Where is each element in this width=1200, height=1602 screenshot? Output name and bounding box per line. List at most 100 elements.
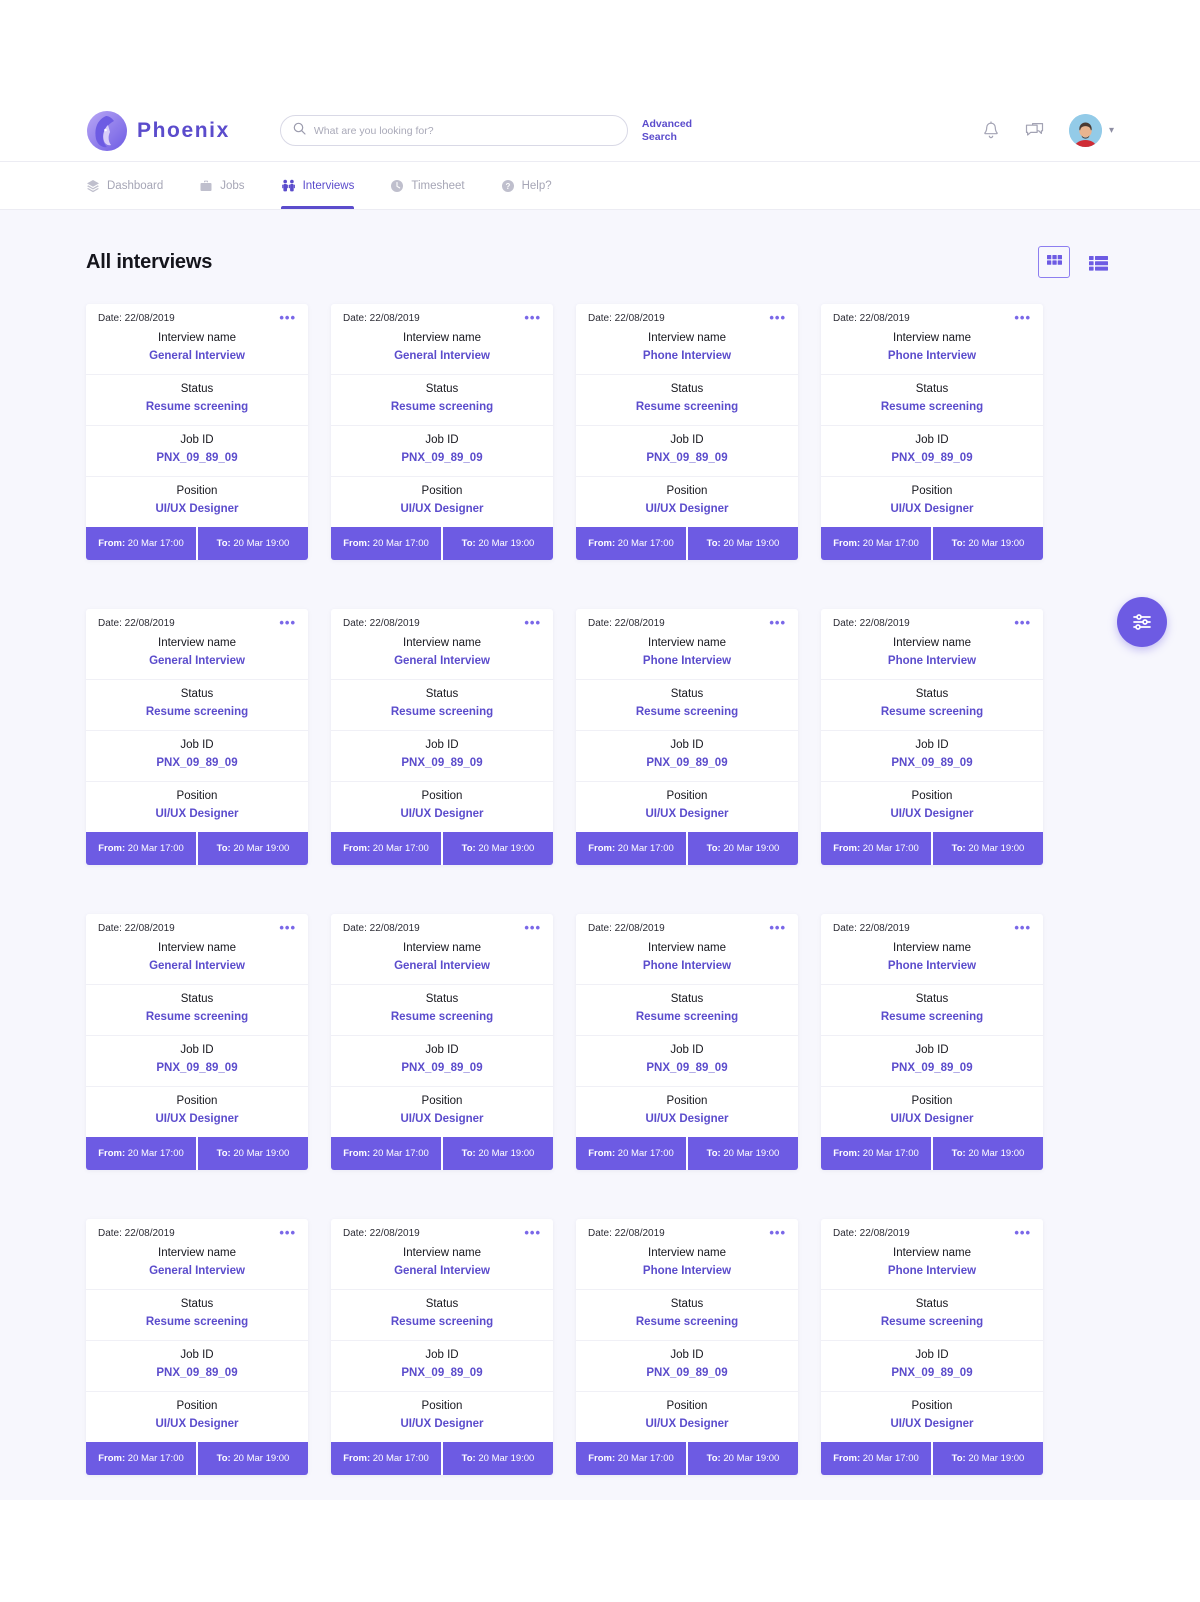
interview-card[interactable]: Date: 22/08/2019 ••• Interview name General… bbox=[331, 304, 553, 560]
to-label: To: bbox=[951, 1148, 966, 1159]
field-value: Phone Interview bbox=[887, 960, 977, 972]
field-value: General Interview bbox=[394, 655, 490, 667]
field-value: PNX_09_89_09 bbox=[156, 1367, 238, 1379]
search-input[interactable] bbox=[313, 124, 615, 137]
field-label: Position bbox=[176, 1095, 218, 1107]
interview-card[interactable]: Date: 22/08/2019 ••• Interview name General… bbox=[331, 1219, 553, 1475]
interview-card[interactable]: Date: 22/08/2019 ••• Interview name Phone I… bbox=[821, 304, 1043, 560]
card-from-time: From: 20 Mar 17:00 bbox=[576, 527, 688, 560]
field-label: Position bbox=[666, 1095, 708, 1107]
card-field-job-id: Job ID PNX_09_89_09 bbox=[576, 731, 798, 782]
nav-item-jobs[interactable]: Jobs bbox=[199, 162, 245, 209]
bell-icon[interactable] bbox=[982, 121, 1000, 140]
card-field-status: Status Resume screening bbox=[821, 375, 1043, 426]
card-from-time: From: 20 Mar 17:00 bbox=[576, 1137, 688, 1170]
card-from-time: From: 20 Mar 17:00 bbox=[86, 1442, 198, 1475]
interview-card[interactable]: Date: 22/08/2019 ••• Interview name Phone I… bbox=[576, 914, 798, 1170]
filter-sliders-icon[interactable] bbox=[1117, 597, 1167, 647]
card-from-time: From: 20 Mar 17:00 bbox=[576, 832, 688, 865]
card-menu-icon[interactable]: ••• bbox=[524, 1226, 541, 1239]
field-value: Resume screening bbox=[635, 706, 739, 718]
nav-item-help[interactable]: ? Help? bbox=[501, 162, 552, 209]
from-value: 20 Mar 17:00 bbox=[617, 1453, 674, 1464]
to-label: To: bbox=[951, 1453, 966, 1464]
list-view-icon[interactable] bbox=[1082, 246, 1114, 278]
field-label: Interview name bbox=[158, 332, 236, 344]
field-label: Job ID bbox=[425, 739, 459, 751]
brand-name: Phoenix bbox=[137, 118, 230, 142]
card-menu-icon[interactable]: ••• bbox=[524, 311, 541, 324]
field-label: Job ID bbox=[915, 434, 949, 446]
card-menu-icon[interactable]: ••• bbox=[1014, 921, 1031, 934]
interview-card[interactable]: Date: 22/08/2019 ••• Interview name General… bbox=[86, 1219, 308, 1475]
interview-card[interactable]: Date: 22/08/2019 ••• Interview name General… bbox=[331, 914, 553, 1170]
card-menu-icon[interactable]: ••• bbox=[1014, 1226, 1031, 1239]
from-value: 20 Mar 17:00 bbox=[127, 538, 184, 549]
card-menu-icon[interactable]: ••• bbox=[769, 616, 786, 629]
field-label: Job ID bbox=[915, 739, 949, 751]
to-label: To: bbox=[216, 538, 231, 549]
chat-bubble-icon[interactable] bbox=[1025, 122, 1044, 140]
card-date: Date: 22/08/2019 bbox=[833, 923, 910, 934]
card-menu-icon[interactable]: ••• bbox=[769, 311, 786, 324]
interview-card[interactable]: Date: 22/08/2019 ••• Interview name Phone I… bbox=[576, 1219, 798, 1475]
search-box[interactable] bbox=[279, 115, 628, 146]
nav-item-timesheet[interactable]: Timesheet bbox=[390, 162, 465, 209]
card-menu-icon[interactable]: ••• bbox=[1014, 616, 1031, 629]
card-date: Date: 22/08/2019 bbox=[98, 923, 175, 934]
grid-view-icon[interactable] bbox=[1038, 246, 1070, 278]
card-time-footer: From: 20 Mar 17:00 To: 20 Mar 19:00 bbox=[331, 1137, 553, 1170]
card-menu-icon[interactable]: ••• bbox=[769, 921, 786, 934]
interview-card[interactable]: Date: 22/08/2019 ••• Interview name General… bbox=[86, 609, 308, 865]
to-value: 20 Mar 19:00 bbox=[233, 1453, 290, 1464]
to-label: To: bbox=[706, 843, 721, 854]
field-label: Interview name bbox=[403, 332, 481, 344]
card-field-interview-name: Interview name Phone Interview bbox=[576, 629, 798, 680]
from-label: From: bbox=[98, 843, 126, 854]
nav-item-dashboard[interactable]: Dashboard bbox=[86, 162, 163, 209]
card-menu-icon[interactable]: ••• bbox=[279, 1226, 296, 1239]
user-menu[interactable]: ▾ bbox=[1068, 114, 1114, 147]
from-value: 20 Mar 17:00 bbox=[617, 538, 674, 549]
interview-card[interactable]: Date: 22/08/2019 ••• Interview name General… bbox=[86, 914, 308, 1170]
card-to-time: To: 20 Mar 19:00 bbox=[688, 1137, 798, 1170]
nav-item-interviews[interactable]: Interviews bbox=[280, 162, 354, 209]
card-header: Date: 22/08/2019 ••• bbox=[576, 304, 798, 324]
card-from-time: From: 20 Mar 17:00 bbox=[86, 527, 198, 560]
interview-card[interactable]: Date: 22/08/2019 ••• Interview name General… bbox=[331, 609, 553, 865]
advanced-search-link[interactable]: Advanced Search bbox=[642, 118, 698, 144]
page-header-row: All interviews bbox=[86, 210, 1114, 304]
card-menu-icon[interactable]: ••• bbox=[279, 616, 296, 629]
card-from-time: From: 20 Mar 17:00 bbox=[86, 1137, 198, 1170]
from-label: From: bbox=[98, 1453, 126, 1464]
field-label: Position bbox=[176, 790, 218, 802]
nav-label-dashboard: Dashboard bbox=[107, 179, 164, 192]
card-from-time: From: 20 Mar 17:00 bbox=[331, 527, 443, 560]
card-time-footer: From: 20 Mar 17:00 To: 20 Mar 19:00 bbox=[576, 832, 798, 865]
interview-card[interactable]: Date: 22/08/2019 ••• Interview name Phone I… bbox=[576, 304, 798, 560]
card-menu-icon[interactable]: ••• bbox=[279, 311, 296, 324]
card-menu-icon[interactable]: ••• bbox=[524, 616, 541, 629]
field-value: PNX_09_89_09 bbox=[646, 1367, 728, 1379]
to-value: 20 Mar 19:00 bbox=[478, 1453, 535, 1464]
interview-card[interactable]: Date: 22/08/2019 ••• Interview name Phone I… bbox=[821, 914, 1043, 1170]
field-label: Status bbox=[180, 993, 214, 1005]
card-field-status: Status Resume screening bbox=[86, 680, 308, 731]
field-label: Position bbox=[911, 1095, 953, 1107]
card-menu-icon[interactable]: ••• bbox=[524, 921, 541, 934]
field-value: PNX_09_89_09 bbox=[891, 757, 973, 769]
brand-logo-group[interactable]: Phoenix bbox=[86, 110, 230, 152]
card-date: Date: 22/08/2019 bbox=[98, 313, 175, 324]
card-menu-icon[interactable]: ••• bbox=[279, 921, 296, 934]
interview-card[interactable]: Date: 22/08/2019 ••• Interview name General… bbox=[86, 304, 308, 560]
interview-card[interactable]: Date: 22/08/2019 ••• Interview name Phone I… bbox=[576, 609, 798, 865]
card-header: Date: 22/08/2019 ••• bbox=[331, 304, 553, 324]
card-field-job-id: Job ID PNX_09_89_09 bbox=[86, 1036, 308, 1087]
field-label: Interview name bbox=[403, 637, 481, 649]
card-menu-icon[interactable]: ••• bbox=[1014, 311, 1031, 324]
card-time-footer: From: 20 Mar 17:00 To: 20 Mar 19:00 bbox=[86, 1442, 308, 1475]
card-menu-icon[interactable]: ••• bbox=[769, 1226, 786, 1239]
interview-card[interactable]: Date: 22/08/2019 ••• Interview name Phone I… bbox=[821, 609, 1043, 865]
card-field-interview-name: Interview name Phone Interview bbox=[821, 629, 1043, 680]
interview-card[interactable]: Date: 22/08/2019 ••• Interview name Phone I… bbox=[821, 1219, 1043, 1475]
